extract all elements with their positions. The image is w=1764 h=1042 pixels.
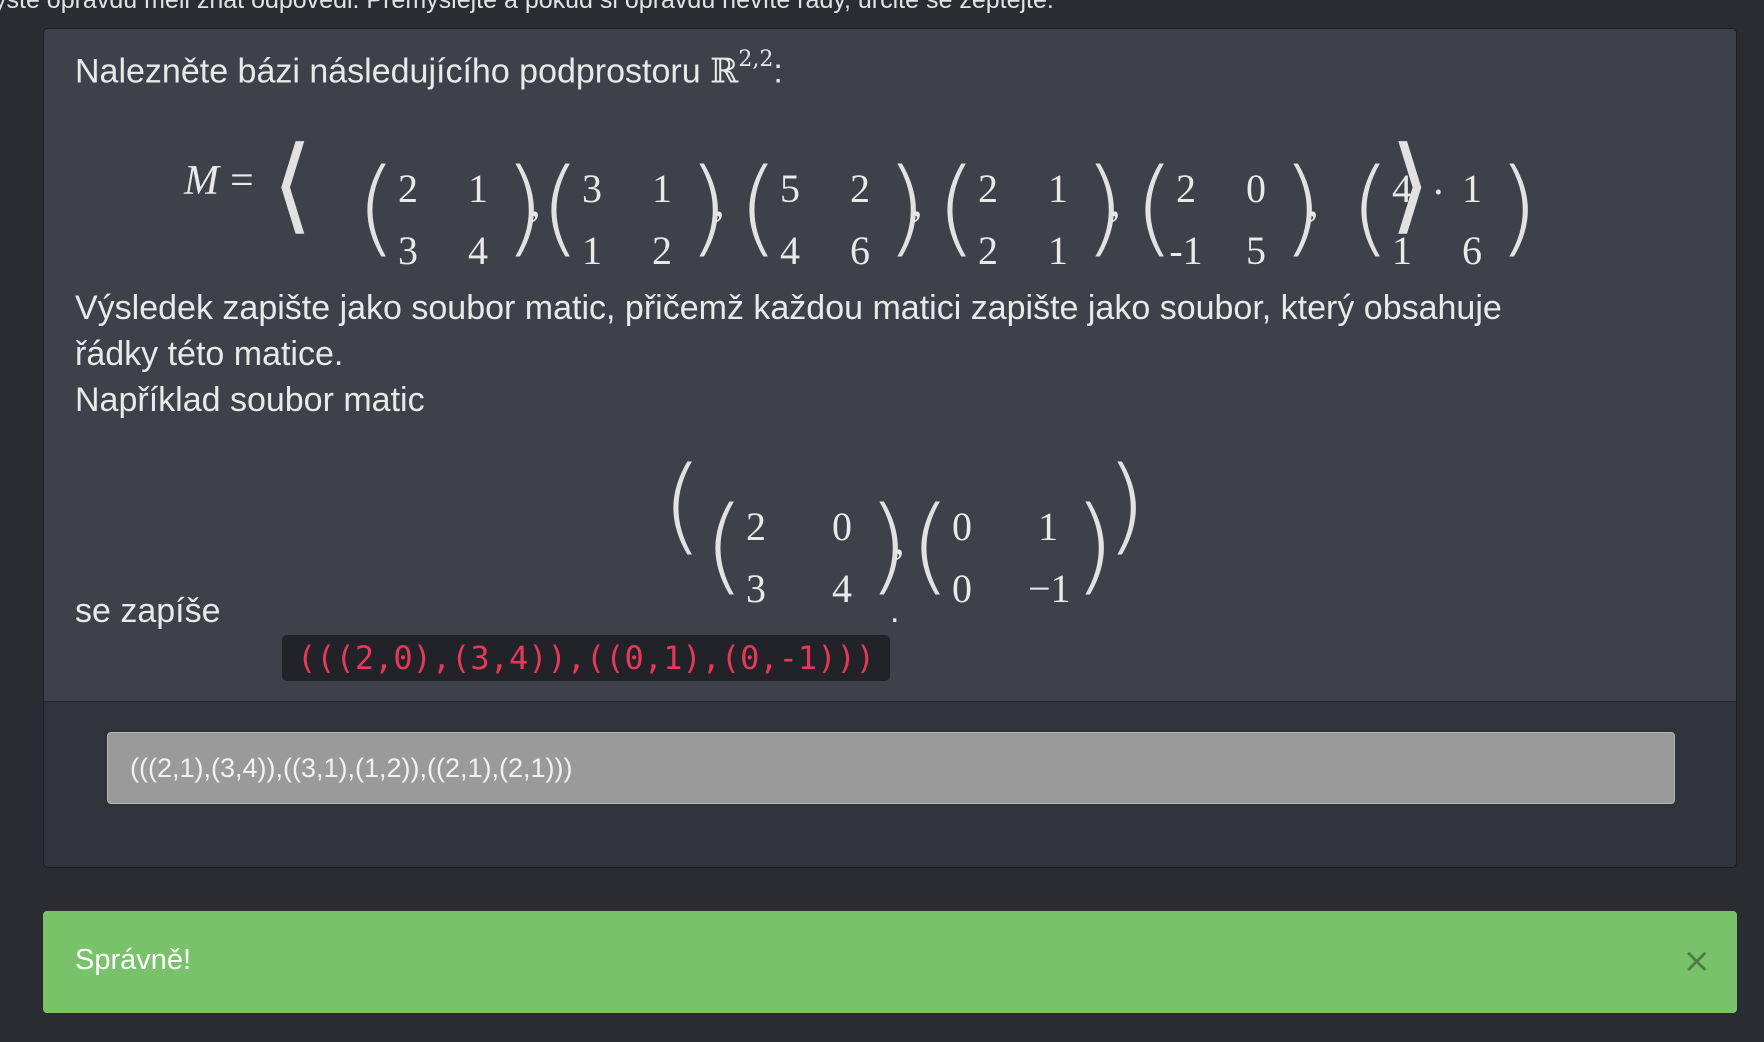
answer-input[interactable] (107, 732, 1675, 804)
success-alert: Správně! × (43, 911, 1737, 1013)
matrix-cell: 0 (952, 566, 972, 611)
matrix-separator: , (894, 518, 905, 564)
intro-text: yste opravdu měli znát odpovědi. Přemýšl… (0, 0, 1054, 14)
matrix-cell: 4 (832, 566, 852, 611)
outer-paren-left: ( (662, 444, 703, 566)
example-written-prefix: se zapíše (75, 592, 221, 630)
outer-paren-right: ) (1106, 444, 1147, 566)
matrix-cell: 0 (832, 504, 852, 549)
matrix-cell: 3 (746, 566, 766, 611)
task-body: Nalezněte bázi následujícího podprostoru… (44, 29, 1736, 702)
example-equation: ( (2 0 3 4),(0 1 0 −1) ) (44, 29, 1736, 629)
close-icon[interactable]: × (1683, 941, 1712, 981)
matrix-cell: −1 (1028, 566, 1071, 611)
success-message: Správně! (75, 944, 192, 976)
matrix-cell: 1 (1038, 504, 1058, 549)
example-code: (((2,0),(3,4)),((0,1),(0,-1))) (282, 635, 890, 681)
matrix-cell: 2 (746, 504, 766, 549)
example-written-suffix: . (890, 592, 900, 630)
task-card: Nalezněte bázi následujícího podprostoru… (43, 28, 1737, 868)
matrix-cell: 0 (952, 504, 972, 549)
